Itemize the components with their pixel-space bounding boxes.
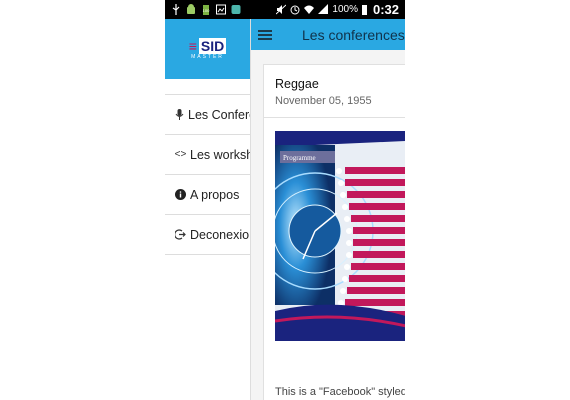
logo-subtext: MASTER: [191, 54, 224, 60]
card-divider: [264, 117, 405, 118]
drawer-menu: Les Conferences <> Les workshops A propo…: [165, 94, 250, 255]
usb-icon: [172, 4, 180, 15]
microphone-icon: [175, 109, 184, 120]
poster-label: Programme: [283, 154, 316, 162]
battery-icon: [361, 4, 367, 15]
drawer-item-about[interactable]: A propos: [165, 175, 250, 215]
alarm-icon: [290, 5, 300, 15]
drawer-item-logout[interactable]: Deconexion: [165, 215, 250, 255]
logo-text: SID: [198, 38, 227, 54]
card-title: Reggae: [275, 77, 319, 91]
background-area: [405, 0, 570, 400]
android-icon: [187, 4, 195, 14]
page-title: Les conferences: [302, 26, 405, 43]
clock: 0:32: [372, 2, 399, 17]
menu-icon[interactable]: [258, 29, 272, 40]
poster-graphic: Programme: [275, 131, 405, 341]
image-icon: [216, 4, 226, 15]
drawer-item-label: Les Conferences: [188, 107, 250, 122]
main-content: Reggae November 05, 1955 Programme This …: [250, 50, 405, 400]
status-bar: 100 100% 0:32: [165, 0, 405, 19]
battery-percent: 100%: [332, 4, 358, 15]
app-icon: [231, 5, 241, 14]
conference-card[interactable]: Reggae November 05, 1955 Programme This …: [263, 64, 405, 400]
mute-icon: [276, 4, 287, 15]
logout-icon: [175, 229, 186, 240]
phone-screen: 100 100% 0:32 ≡ SID MASTER Les Confer <>…: [165, 0, 405, 400]
drawer-item-label: A propos: [190, 187, 240, 202]
card-caption: This is a "Facebook" styled C: [275, 386, 405, 398]
app-bar: Les conferences: [250, 19, 405, 50]
drawer-item-label: Les workshops: [190, 147, 250, 162]
drawer-item-conferences[interactable]: Les Conferences: [165, 95, 250, 135]
drawer-item-label: Deconexion: [190, 227, 251, 242]
battery-100-icon: 100: [203, 5, 210, 15]
info-icon: [175, 189, 186, 200]
drawer-header: ≡ SID MASTER: [165, 19, 250, 79]
card-date: November 05, 1955: [275, 95, 372, 107]
conference-poster-image: Programme: [275, 131, 405, 341]
wifi-icon: [304, 5, 315, 14]
drawer-item-workshops[interactable]: <> Les workshops: [165, 135, 250, 175]
navigation-drawer: ≡ SID MASTER Les Conferences <> Les work…: [165, 19, 251, 400]
code-icon: <>: [174, 149, 187, 160]
svg-text:100: 100: [203, 8, 210, 13]
signal-icon: [318, 4, 329, 14]
sid-logo: ≡ SID MASTER: [189, 38, 227, 60]
logo-mark: ≡: [188, 38, 197, 54]
